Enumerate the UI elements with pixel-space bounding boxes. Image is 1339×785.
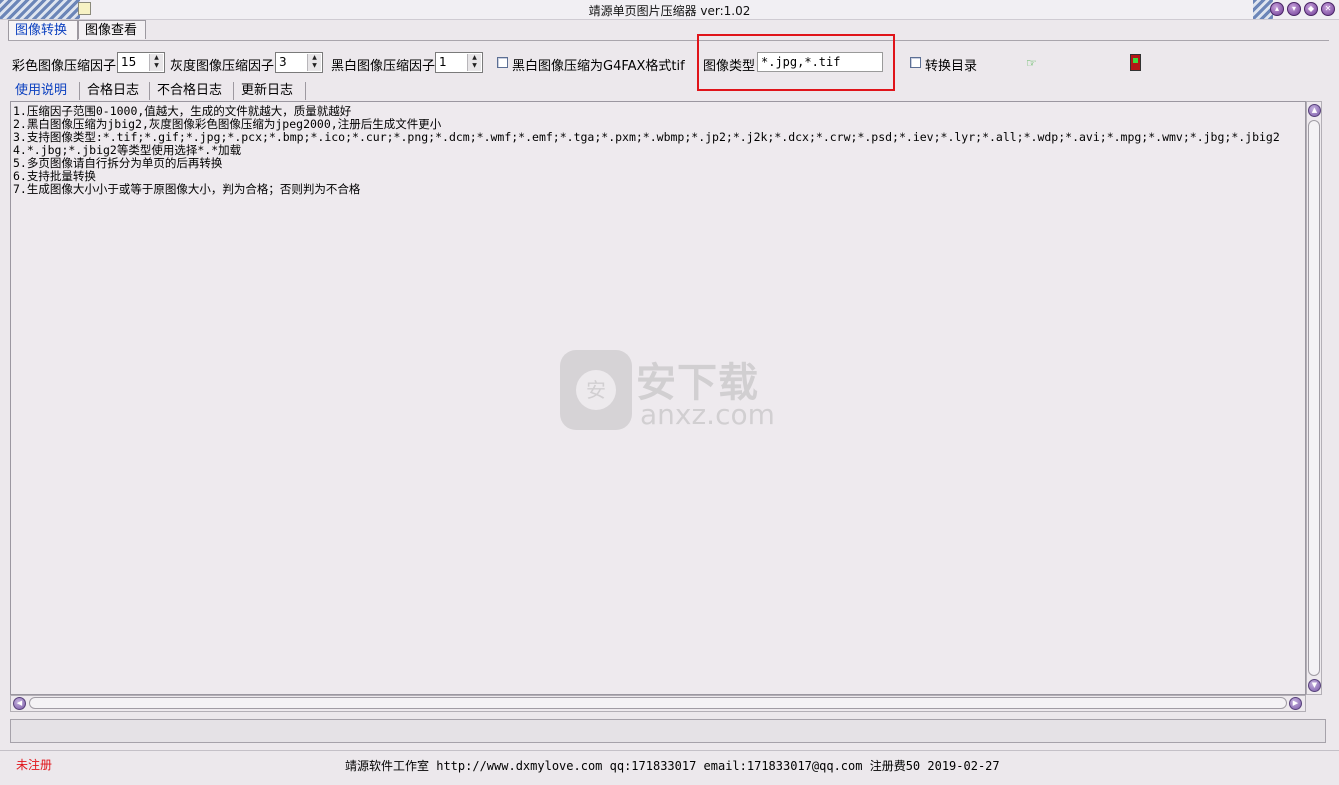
instruction-line: 5.多页图像请自行拆分为单页的后再转换 — [13, 156, 223, 170]
scroll-left-icon[interactable]: ◀ — [13, 697, 26, 710]
vertical-scroll-thumb[interactable] — [1308, 120, 1320, 676]
tab-image-convert[interactable]: 图像转换 — [8, 20, 78, 41]
tab-image-view[interactable]: 图像查看 — [78, 20, 146, 39]
color-factor-value: 15 — [121, 55, 137, 69]
horizontal-scroll-thumb[interactable] — [29, 697, 1287, 709]
scroll-up-icon[interactable]: ▲ — [1308, 104, 1321, 117]
tab-pass-log[interactable]: 合格日志 — [82, 82, 150, 100]
scroll-right-icon[interactable]: ▶ — [1289, 697, 1302, 710]
exit-door-icon[interactable] — [1130, 54, 1141, 71]
g4fax-label: 黑白图像压缩为G4FAX格式tif — [512, 59, 685, 74]
spinner-arrows-icon[interactable]: ▲ ▼ — [149, 54, 163, 71]
unregistered-label[interactable]: 未注册 — [16, 756, 52, 773]
bw-factor-spinner[interactable]: 1 ▲ ▼ — [435, 52, 483, 73]
gray-factor-spinner[interactable]: 3 ▲ ▼ — [275, 52, 323, 73]
tab-fail-log[interactable]: 不合格日志 — [152, 82, 234, 100]
restore-button[interactable]: ◆ — [1304, 2, 1318, 16]
watermark-logo: 安 安下载 anxz.com — [560, 350, 780, 435]
hand-pointer-icon[interactable]: ☞ — [1026, 57, 1042, 69]
highlight-box — [697, 34, 895, 91]
minimize-button[interactable]: ▴ — [1270, 2, 1284, 16]
horizontal-scrollbar[interactable]: ◀ ▶ — [10, 695, 1306, 712]
color-factor-spinner[interactable]: 15 ▲ ▼ — [117, 52, 165, 73]
tab-instructions[interactable]: 使用说明 — [10, 82, 80, 100]
convert-dir-checkbox[interactable] — [910, 57, 921, 68]
spinner-arrows-icon[interactable]: ▲ ▼ — [467, 54, 481, 71]
scroll-down-icon[interactable]: ▼ — [1308, 679, 1321, 692]
gray-factor-value: 3 — [279, 55, 287, 69]
watermark-en: anxz.com — [640, 398, 775, 431]
gray-factor-label: 灰度图像压缩因子 — [170, 59, 275, 74]
bw-factor-label: 黑白图像压缩因子 — [331, 59, 436, 74]
g4fax-checkbox[interactable] — [497, 57, 508, 68]
close-button[interactable]: ✕ — [1321, 2, 1335, 16]
contact-info: 靖源软件工作室 http://www.dxmylove.com qq:17183… — [345, 759, 1000, 773]
progress-bar — [10, 719, 1326, 743]
bw-factor-value: 1 — [439, 55, 447, 69]
window-title: 靖源单页图片压缩器 ver:1.02 — [588, 4, 751, 18]
convert-dir-label: 转换目录 — [925, 59, 978, 74]
status-bar: 未注册 靖源软件工作室 http://www.dxmylove.com qq:1… — [0, 750, 1339, 785]
spinner-arrows-icon[interactable]: ▲ ▼ — [307, 54, 321, 71]
color-factor-label: 彩色图像压缩因子 — [12, 59, 117, 74]
maximize-button[interactable]: ▾ — [1287, 2, 1301, 16]
shield-icon: 安 — [560, 350, 632, 430]
instruction-line: 7.生成图像大小小于或等于原图像大小，判为合格；否则判为不合格 — [13, 182, 361, 196]
tab-update-log[interactable]: 更新日志 — [236, 82, 306, 100]
vertical-scrollbar[interactable]: ▲ ▼ — [1306, 101, 1322, 695]
title-bar[interactable]: 靖源单页图片压缩器 ver:1.02 ▴ ▾ ◆ ✕ — [0, 0, 1339, 20]
